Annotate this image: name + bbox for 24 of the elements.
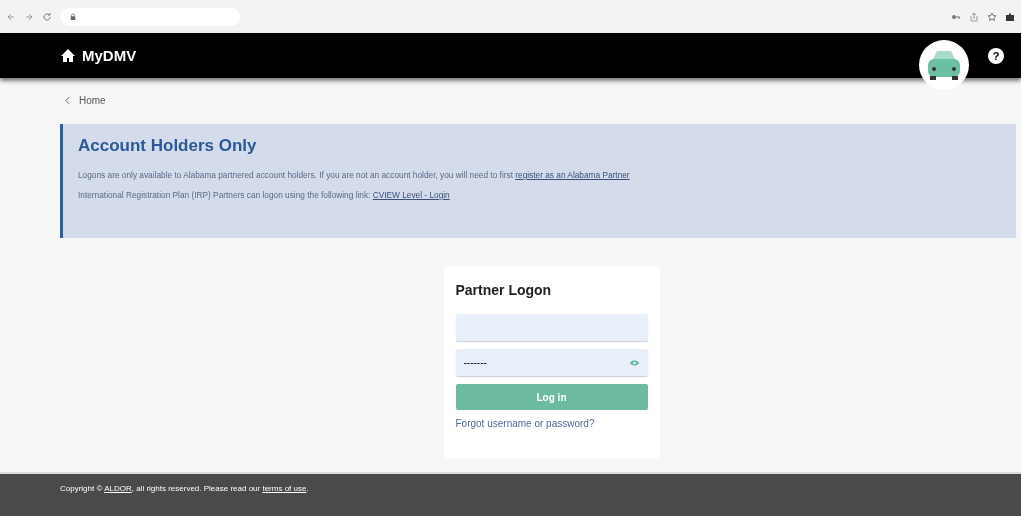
login-title: Partner Logon: [455, 282, 553, 298]
lock-icon: [70, 12, 76, 21]
aldor-link[interactable]: ALDOR: [104, 484, 132, 493]
notice-title: Account Holders Only: [78, 136, 258, 156]
forward-icon[interactable]: [24, 11, 34, 22]
home-link[interactable]: Home: [79, 94, 106, 106]
username-field[interactable]: [455, 314, 648, 341]
home-icon[interactable]: [60, 47, 76, 64]
forgot-link[interactable]: Forgot username or password?: [455, 418, 648, 429]
notice-text: Logons are only available to Alabama partnered account holders. If you are not an account holder, you will need to first register as an Alabama Partner: [78, 170, 631, 180]
copyright-text: Copyright © ALDOR, all rights reserved. Please read our terms of use.: [60, 484, 310, 493]
star-icon[interactable]: [987, 11, 997, 22]
share-icon[interactable]: [969, 11, 979, 22]
notice-text: International Registration Plan (IRP) Partners can logon using the following link: CVIEW Level - Login: [78, 190, 451, 200]
site-title[interactable]: MyDMV: [82, 47, 137, 64]
back-icon[interactable]: [6, 11, 16, 22]
chevron-left-icon: [65, 95, 70, 105]
notice-link[interactable]: register as an Alabama Partner: [515, 170, 630, 180]
reload-icon[interactable]: [42, 11, 52, 22]
eye-icon[interactable]: [628, 359, 640, 367]
password-field[interactable]: -------: [455, 349, 648, 376]
help-button[interactable]: ?: [988, 47, 1004, 64]
notice-link[interactable]: CVIEW Level - Login: [372, 190, 450, 200]
car-avatar-icon[interactable]: [918, 38, 970, 91]
